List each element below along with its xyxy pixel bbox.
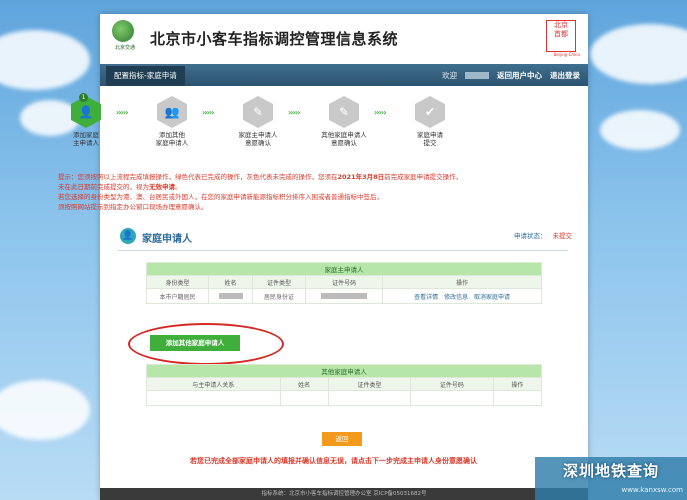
nav-bar: 配置指标-家庭申请 欢迎 返回用户中心 退出登录 <box>100 64 588 86</box>
status-indicator: 申请状态： 未提交 <box>514 232 573 240</box>
cloud <box>0 380 90 440</box>
edit-info-link[interactable]: 修改信息 <box>444 294 468 301</box>
column-header: 证件号码 <box>304 275 384 289</box>
bottom-instruction: 若您已完成全部家庭申请人的填报并确认信息无误，请点击下一步完成主申请人身份意愿确… <box>190 457 477 465</box>
nav-user-area: 欢迎 返回用户中心 退出登录 <box>442 64 580 86</box>
other-applicants-table-title: 其他家庭申请人 <box>146 364 542 378</box>
welcome-label: 欢迎 <box>442 70 457 80</box>
name-cell <box>208 288 253 304</box>
section-divider <box>118 250 568 251</box>
beijing-seal-icon: 北京 首都 <box>546 20 576 52</box>
column-header: 操作 <box>382 275 542 289</box>
add-group-icon: 👥 <box>157 96 187 128</box>
globe-logo-icon <box>112 20 134 42</box>
id-type-cell: 居民身份证 <box>251 288 306 304</box>
column-header: 身份类型 <box>145 275 210 289</box>
logout-link[interactable]: 退出登录 <box>550 70 580 81</box>
id-number-cell <box>304 288 384 304</box>
identity-cell: 本市户籍居民 <box>145 288 210 304</box>
step-arrows: ››››› <box>288 108 301 117</box>
redacted-name <box>218 293 243 299</box>
application-page: 北京交通 北京市小客车指标调控管理信息系统 北京 首都 Beijing·China… <box>100 14 588 500</box>
back-button[interactable]: 返回 <box>322 432 362 446</box>
step-arrows: ››››› <box>374 108 387 117</box>
column-header: 与主申请人关系 <box>146 377 281 391</box>
step-add-main-applicant: 👤 1 添加家庭 主申请人 <box>56 93 116 147</box>
step-add-other-applicants: 👥 添加其他 家庭申请人 <box>142 96 202 147</box>
notice-text: 提示：您须按照以上流程完成填报操作，绿色代表已完成的操作，灰色代表未完成的操作，… <box>58 173 463 211</box>
cloud <box>590 24 687 84</box>
other-applicants-table: 其他家庭申请人 与主申请人关系 姓名 证件类型 证件号码 操作 <box>146 364 543 406</box>
check-icon: ✔ <box>415 96 445 128</box>
table-row <box>146 390 543 406</box>
step-arrows: ››››› <box>116 108 129 117</box>
redacted-id <box>321 293 368 299</box>
logo-text: 北京交通 <box>114 45 135 51</box>
cancel-application-link[interactable]: 取消家庭申请 <box>474 294 510 301</box>
step-submit: ✔ 家庭申请 提交 <box>400 96 460 147</box>
system-title: 北京市小客车指标调控管理信息系统 <box>150 30 399 48</box>
cloud <box>600 110 680 150</box>
progress-steps: 👤 1 添加家庭 主申请人 ››››› 👥 添加其他 家庭申请人 ››››› ✎ 家… <box>56 93 456 176</box>
confirm-group-icon: ✎ <box>329 96 359 128</box>
column-header: 姓名 <box>279 377 329 391</box>
cloud <box>0 30 90 90</box>
column-header: 证件类型 <box>327 377 412 391</box>
tab-family-application[interactable]: 配置指标-家庭申请 <box>106 66 185 86</box>
page-footer: 指标系统：北京市小客车指标调控管理办公室 京ICP备05031682号 <box>100 488 588 500</box>
step-label: 家庭主申请人 意愿确认 <box>238 131 278 147</box>
column-header: 证件号码 <box>410 377 494 391</box>
watermark-url: www.kanxsw.com <box>621 486 683 494</box>
table-row: 本市户籍居民 居民身份证 查看详情 修改信息 取消家庭申请 <box>145 288 542 304</box>
step-main-confirm: ✎ 家庭主申请人 意愿确认 <box>228 96 288 147</box>
status-badge: 未提交 <box>552 232 573 240</box>
user-icon: 👤 <box>120 228 136 244</box>
user-center-link[interactable]: 返回用户中心 <box>497 70 542 81</box>
username-redacted <box>465 71 489 79</box>
main-applicant-table-title: 家庭主申请人 <box>146 262 542 276</box>
family-applicant-section: 👤 家庭申请人 申请状态： 未提交 <box>120 226 572 248</box>
step-others-confirm: ✎ 其他家庭申请人 意愿确认 <box>314 96 374 147</box>
column-header: 证件类型 <box>251 275 306 289</box>
column-header: 操作 <box>492 377 543 391</box>
add-other-applicant-button[interactable]: 添加其他家庭申请人 <box>150 335 240 351</box>
table-header-row: 与主申请人关系 姓名 证件类型 证件号码 操作 <box>146 377 543 391</box>
column-header: 姓名 <box>208 275 253 289</box>
step-arrows: ››››› <box>202 108 215 117</box>
site-header: 北京交通 北京市小客车指标调控管理信息系统 北京 首都 Beijing·China <box>100 14 588 64</box>
step-label: 添加其他 家庭申请人 <box>155 131 189 147</box>
watermark-title: 深圳地铁查询 <box>562 462 659 480</box>
logo: 北京交通 <box>108 20 138 56</box>
step-label: 家庭申请 提交 <box>417 131 443 147</box>
watermark: 深圳地铁查询 www.kanxsw.com <box>535 457 687 500</box>
view-details-link[interactable]: 查看详情 <box>414 294 438 301</box>
table-header-row: 身份类型 姓名 证件类型 证件号码 操作 <box>145 275 542 289</box>
step-number: 1 <box>79 93 88 102</box>
confirm-person-icon: ✎ <box>243 96 273 128</box>
seal-subtitle: Beijing·China <box>553 52 580 57</box>
main-applicant-table: 家庭主申请人 身份类型 姓名 证件类型 证件号码 操作 本市户籍居民 居民身份证… <box>145 262 542 304</box>
step-label: 添加家庭 主申请人 <box>73 131 99 147</box>
step-label: 其他家庭申请人 意愿确认 <box>321 131 367 147</box>
section-title: 家庭申请人 <box>142 234 192 245</box>
actions-cell: 查看详情 修改信息 取消家庭申请 <box>382 288 542 304</box>
